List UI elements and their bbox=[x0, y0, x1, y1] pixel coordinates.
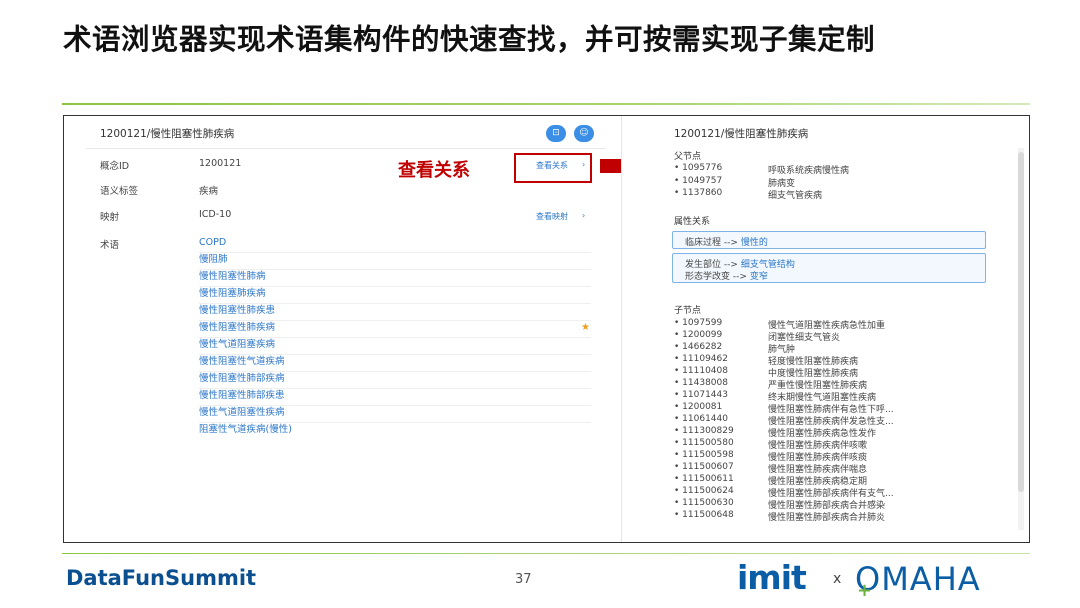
title-underline bbox=[62, 103, 1030, 105]
attribute-group-box: 临床过程 --> 慢性的 bbox=[672, 231, 986, 249]
attributes-heading: 属性关系 bbox=[674, 217, 711, 227]
relations-title: 1200121/慢性阻塞性肺疾病 bbox=[674, 128, 809, 140]
child-id[interactable]: • 111500611 bbox=[674, 474, 734, 484]
footer-divider bbox=[62, 553, 1030, 554]
concept-detail-panel: 1200121/慢性阻塞性肺疾病 ⊡ ☺ 概念ID 1200121 查看关系 ›… bbox=[64, 116, 621, 542]
term-item[interactable]: 慢性阻塞性肺病 bbox=[199, 270, 591, 287]
annotation-highlight-box bbox=[514, 153, 592, 183]
term-item[interactable]: 慢性气道阻塞疾病 bbox=[199, 338, 591, 355]
term-item[interactable]: 慢性阻塞性肺部疾患 bbox=[199, 389, 591, 406]
child-id[interactable]: • 1466282 bbox=[674, 342, 722, 352]
term-item[interactable]: 慢性阻塞性肺部疾病 bbox=[199, 372, 591, 389]
attribute-target-link[interactable]: 变窄 bbox=[750, 272, 768, 282]
term-item[interactable]: 慢性气道阻塞性疾病 bbox=[199, 406, 591, 423]
child-id[interactable]: • 1097599 bbox=[674, 318, 722, 328]
field-value-mapping: ICD-10 bbox=[199, 209, 232, 220]
term-item[interactable]: 慢性阻塞性肺疾患 bbox=[199, 304, 591, 321]
parent-name[interactable]: 细支气管疾病 bbox=[768, 188, 822, 201]
field-label-mapping: 映射 bbox=[100, 212, 120, 223]
child-id[interactable]: • 1200081 bbox=[674, 402, 722, 412]
attribute-row: 临床过程 --> 慢性的 bbox=[685, 238, 768, 248]
omaha-logo: OMAHA + bbox=[855, 560, 981, 601]
term-item[interactable]: 慢性阻塞性气道疾病 bbox=[199, 355, 591, 372]
imit-logo: imit bbox=[737, 558, 807, 597]
child-id[interactable]: • 1200099 bbox=[674, 330, 722, 340]
field-label-semantic-tag: 语义标签 bbox=[100, 186, 139, 197]
field-label-terms: 术语 bbox=[100, 240, 120, 251]
parent-id[interactable]: • 1137860 bbox=[674, 188, 722, 198]
field-label-concept-id: 概念ID bbox=[100, 161, 130, 172]
relations-panel: 1200121/慢性阻塞性肺疾病 父节点 • 1095776 呼吸系统疾病慢性病… bbox=[621, 116, 1029, 542]
child-id[interactable]: • 11109462 bbox=[674, 354, 728, 364]
child-id[interactable]: • 111500648 bbox=[674, 510, 734, 520]
annotation-label: 查看关系 bbox=[398, 160, 470, 181]
attribute-group-box: 发生部位 --> 细支气管结构 形态学改变 --> 变窄 bbox=[672, 253, 986, 283]
panel-divider bbox=[86, 148, 606, 149]
parent-name[interactable]: 呼吸系统疾病慢性病 bbox=[768, 163, 849, 176]
term-item[interactable]: 慢阻肺 bbox=[199, 253, 591, 270]
children-heading: 子节点 bbox=[674, 306, 702, 316]
child-id[interactable]: • 111500624 bbox=[674, 486, 734, 496]
term-item[interactable]: 慢性阻塞肺疾病 bbox=[199, 287, 591, 304]
footer-brand: DataFunSummit bbox=[66, 566, 257, 590]
attribute-target-link[interactable]: 慢性的 bbox=[741, 238, 768, 248]
slide-title: 术语浏览器实现术语集构件的快速查找，并可按需实现子集定制 bbox=[63, 23, 876, 56]
child-id[interactable]: • 11438008 bbox=[674, 378, 728, 388]
child-id[interactable]: • 111500630 bbox=[674, 498, 734, 508]
graph-view-icon[interactable]: ⊡ bbox=[546, 125, 566, 142]
parents-heading: 父节点 bbox=[674, 152, 702, 162]
term-item[interactable]: 慢性阻塞性肺疾病 bbox=[199, 321, 591, 338]
field-value-concept-id: 1200121 bbox=[199, 158, 242, 169]
concept-title: 1200121/慢性阻塞性肺疾病 bbox=[100, 128, 235, 140]
term-item[interactable]: COPD bbox=[199, 236, 591, 253]
child-id[interactable]: • 111500607 bbox=[674, 462, 734, 472]
child-id[interactable]: • 111500580 bbox=[674, 438, 734, 448]
child-id[interactable]: • 11110408 bbox=[674, 366, 728, 376]
user-share-icon[interactable]: ☺ bbox=[574, 125, 594, 142]
logo-separator: x bbox=[833, 571, 842, 587]
parent-id[interactable]: • 1049757 bbox=[674, 176, 722, 186]
term-item[interactable]: 阻塞性气道疾病(慢性) bbox=[199, 423, 591, 440]
chevron-right-icon: › bbox=[582, 211, 586, 220]
child-id[interactable]: • 11071443 bbox=[674, 390, 728, 400]
scrollbar-thumb[interactable] bbox=[1018, 152, 1024, 492]
child-id[interactable]: • 111500598 bbox=[674, 450, 734, 460]
browser-screenshot: 1200121/慢性阻塞性肺疾病 ⊡ ☺ 概念ID 1200121 查看关系 ›… bbox=[63, 115, 1030, 543]
child-name[interactable]: 慢性阻塞性肺部疾病合并肺炎 bbox=[768, 510, 885, 523]
page-number: 37 bbox=[515, 572, 532, 587]
field-value-semantic-tag: 疾病 bbox=[199, 186, 219, 197]
child-id[interactable]: • 111300829 bbox=[674, 426, 734, 436]
view-mapping-link[interactable]: 查看映射 bbox=[536, 211, 568, 222]
child-id[interactable]: • 11061440 bbox=[674, 414, 728, 424]
parent-id[interactable]: • 1095776 bbox=[674, 163, 722, 173]
attribute-row: 形态学改变 --> 变窄 bbox=[685, 272, 768, 282]
star-icon[interactable]: ★ bbox=[581, 322, 590, 333]
